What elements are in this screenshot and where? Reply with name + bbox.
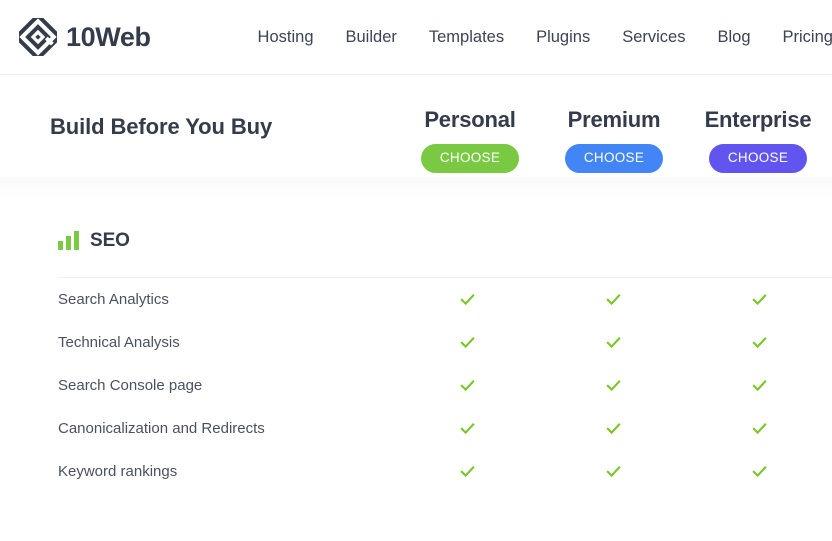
check-icon	[751, 422, 767, 434]
table-row: Search Console page	[0, 364, 832, 407]
feature-cell-enterprise	[686, 407, 832, 450]
feature-cell-premium	[540, 450, 686, 493]
choose-button-premium[interactable]: CHOOSE	[564, 144, 664, 173]
nav-item-pricing[interactable]: Pricing	[767, 22, 832, 53]
plan-columns: Personal CHOOSE Premium CHOOSE Enterpris…	[398, 75, 832, 173]
choose-button-personal[interactable]: CHOOSE	[420, 144, 520, 173]
check-icon	[605, 336, 621, 348]
feature-cell-enterprise	[686, 321, 832, 364]
feature-label: Search Console page	[58, 377, 203, 394]
pricing-bar-shadow	[0, 177, 832, 203]
nav-item-templates[interactable]: Templates	[413, 22, 520, 53]
check-icon	[605, 293, 621, 305]
pricing-comparison-bar: Build Before You Buy Personal CHOOSE Pre…	[0, 75, 832, 177]
bar-chart-icon	[58, 230, 79, 250]
plan-column-personal: Personal CHOOSE	[398, 75, 542, 173]
feature-cell-enterprise	[686, 278, 832, 321]
check-icon	[459, 379, 475, 391]
check-icon	[751, 465, 767, 477]
feature-cell-personal	[394, 321, 540, 364]
pricing-bar-title: Build Before You Buy	[50, 114, 273, 139]
feature-cell-premium	[540, 407, 686, 450]
brand-logo-link[interactable]: 10Web	[19, 18, 151, 56]
tenweb-diamond-logo-icon	[19, 18, 57, 56]
feature-cell-personal	[394, 450, 540, 493]
plan-column-enterprise: Enterprise CHOOSE	[686, 75, 830, 173]
check-icon	[459, 293, 475, 305]
feature-cell-premium	[540, 278, 686, 321]
feature-label: Search Analytics	[58, 291, 169, 308]
feature-label: Keyword rankings	[58, 463, 178, 480]
feature-comparison-table: Search Analytics Technical Analysis Sear…	[0, 278, 832, 493]
brand-name: 10Web	[66, 21, 151, 52]
feature-label: Canonicalization and Redirects	[58, 420, 265, 437]
choose-button-enterprise[interactable]: CHOOSE	[708, 144, 808, 173]
check-icon	[751, 293, 767, 305]
feature-cell-personal	[394, 278, 540, 321]
check-icon	[459, 422, 475, 434]
feature-cell-enterprise	[686, 364, 832, 407]
feature-section-header: SEO	[58, 223, 832, 257]
table-row: Search Analytics	[0, 278, 832, 321]
nav-item-services[interactable]: Services	[606, 22, 701, 53]
nav-item-hosting[interactable]: Hosting	[242, 22, 330, 53]
plan-name-personal: Personal	[424, 107, 516, 132]
feature-cell-enterprise	[686, 450, 832, 493]
feature-cell-personal	[394, 364, 540, 407]
feature-cell-premium	[540, 321, 686, 364]
main-navigation: Hosting Builder Templates Plugins Servic…	[242, 22, 832, 53]
feature-table-body: Search Analytics Technical Analysis Sear…	[0, 278, 832, 493]
check-icon	[751, 379, 767, 391]
check-icon	[459, 465, 475, 477]
check-icon	[605, 465, 621, 477]
check-icon	[605, 422, 621, 434]
check-icon	[605, 379, 621, 391]
feature-section-title: SEO	[90, 229, 130, 251]
table-row: Technical Analysis	[0, 321, 832, 364]
nav-item-builder[interactable]: Builder	[330, 22, 413, 53]
table-row: Keyword rankings	[0, 450, 832, 493]
check-icon	[459, 336, 475, 348]
table-row: Canonicalization and Redirects	[0, 407, 832, 450]
plan-name-enterprise: Enterprise	[704, 107, 812, 132]
check-icon	[751, 336, 767, 348]
nav-item-plugins[interactable]: Plugins	[520, 22, 606, 53]
plan-name-premium: Premium	[567, 107, 661, 132]
feature-cell-personal	[394, 407, 540, 450]
feature-section-seo: SEO Search Analytics Technical Analysis	[0, 203, 832, 493]
site-header: 10Web Hosting Builder Templates Plugins …	[0, 0, 832, 75]
feature-label: Technical Analysis	[58, 334, 180, 351]
feature-cell-premium	[540, 364, 686, 407]
nav-item-blog[interactable]: Blog	[701, 22, 766, 53]
plan-column-premium: Premium CHOOSE	[542, 75, 686, 173]
